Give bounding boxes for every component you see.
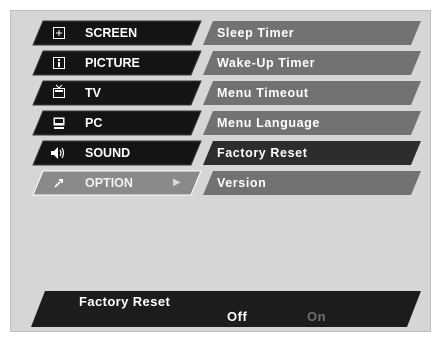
submenu-arrow-icon: ▶ xyxy=(173,177,181,188)
submenu-label: Wake-Up Timer xyxy=(217,56,316,70)
category-picture[interactable]: PICTURE xyxy=(32,50,202,76)
submenu-label: Menu Language xyxy=(217,116,320,130)
option-icon xyxy=(53,177,65,189)
submenu-item[interactable]: Menu Language xyxy=(203,111,421,135)
category-tv[interactable]: TV xyxy=(32,80,202,106)
category-label: OPTION xyxy=(85,176,133,190)
option-on[interactable]: On xyxy=(307,309,326,324)
category-option[interactable]: OPTION ▶ xyxy=(32,170,202,196)
submenu-item[interactable]: Wake-Up Timer xyxy=(203,51,421,75)
submenu-item[interactable]: Version xyxy=(203,171,421,195)
category-sound[interactable]: SOUND xyxy=(32,140,202,166)
category-label: SOUND xyxy=(85,146,131,160)
osd-menu-panel: SCREEN PICTURE TV PC SOUND OPTION ▶ Slee… xyxy=(10,10,431,332)
category-screen[interactable]: SCREEN xyxy=(32,20,202,46)
option-off[interactable]: Off xyxy=(227,309,247,324)
category-label: PICTURE xyxy=(85,56,140,70)
tv-icon xyxy=(53,84,65,99)
category-label: TV xyxy=(85,86,101,100)
category-label: PC xyxy=(85,116,103,130)
pc-icon xyxy=(53,117,65,129)
submenu-item[interactable]: Sleep Timer xyxy=(203,21,421,45)
screen-icon xyxy=(53,27,65,39)
submenu-label: Sleep Timer xyxy=(217,26,295,40)
submenu-label: Version xyxy=(217,176,267,190)
picture-icon xyxy=(53,57,65,69)
status-title: Factory Reset xyxy=(79,294,171,309)
category-label: SCREEN xyxy=(85,26,138,40)
submenu-label: Factory Reset xyxy=(217,146,308,160)
submenu-label: Menu Timeout xyxy=(217,86,309,100)
submenu-item[interactable]: Menu Timeout xyxy=(203,81,421,105)
sound-icon xyxy=(51,147,67,159)
status-bar: Factory Reset Off On xyxy=(31,291,421,327)
submenu-item-selected[interactable]: Factory Reset xyxy=(203,141,421,165)
category-pc[interactable]: PC xyxy=(32,110,202,136)
